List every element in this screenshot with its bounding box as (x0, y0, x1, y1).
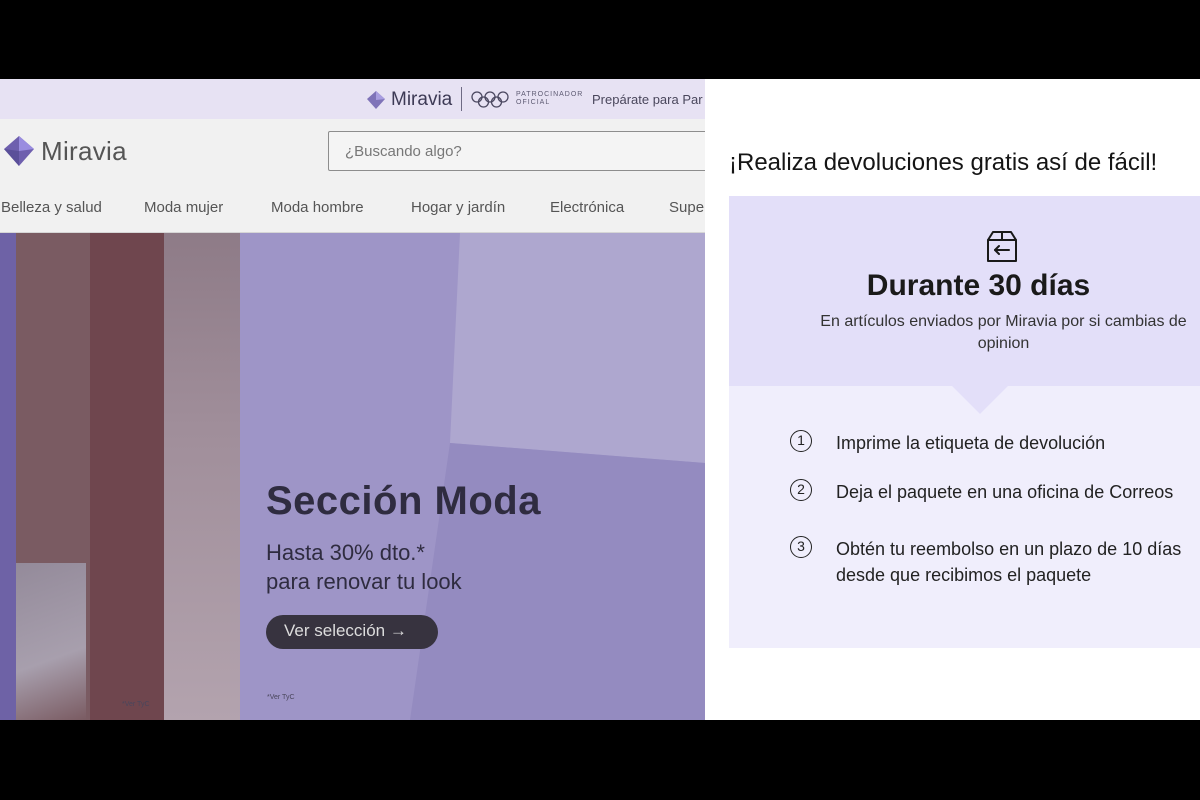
returns-title: ¡Realiza devoluciones gratis así de fáci… (729, 149, 1158, 176)
top-banner-divider (461, 87, 462, 111)
promo-text[interactable]: Prepárate para Par (592, 92, 703, 107)
card-pointer-arrow (952, 386, 1008, 414)
hero-stripe-accent (16, 563, 86, 720)
category-nav: Belleza y salud Moda mujer Moda hombre H… (0, 189, 705, 233)
step-2-number: 2 (790, 479, 812, 501)
site-logo-text: Miravia (41, 135, 127, 166)
miravia-logo-icon (367, 91, 385, 109)
returns-heading: Durante 30 días (866, 269, 1091, 302)
top-banner-logo-text: Miravia (391, 89, 453, 110)
nav-item-belleza[interactable]: Belleza y salud (1, 199, 102, 216)
sponsor-line-1: PATROCINADOR (516, 91, 584, 98)
nav-item-moda-mujer[interactable]: Moda mujer (144, 199, 223, 216)
step-3-text: Obtén tu reembolso en un plazo de 10 día… (836, 539, 1182, 585)
hero-photo-skin (164, 233, 240, 720)
nav-item-super[interactable]: Super (669, 199, 705, 216)
search-input[interactable]: ¿Buscando algo? (328, 131, 705, 171)
photo-tyc-note: *Ver TyC (122, 701, 150, 708)
hero-photo-strip-1 (0, 233, 16, 720)
top-banner: Miravia PATROCINADOR OFICIAL Prepárate p… (0, 79, 705, 119)
sponsor-line-2: OFICIAL (516, 99, 551, 106)
hero-title: Sección Moda (266, 479, 541, 523)
hero-subtitle: Hasta 30% dto.* para renovar tu look (266, 538, 462, 596)
step-1-text: Imprime la etiqueta de devolución (836, 433, 1106, 453)
site-logo[interactable]: Miravia (3, 135, 127, 167)
step-3-number: 3 (790, 536, 812, 558)
miravia-website: Miravia PATROCINADOR OFICIAL Prepárate p… (0, 79, 705, 720)
nav-item-moda-hombre[interactable]: Moda hombre (271, 199, 364, 216)
nav-item-electronica[interactable]: Electrónica (550, 199, 624, 216)
return-box-icon (987, 231, 1017, 262)
hero-subtitle-line-2: para renovar tu look (266, 569, 462, 594)
ver-seleccion-button[interactable]: Ver selección → (266, 615, 438, 649)
site-header: Miravia ¿Buscando algo? (0, 119, 705, 189)
step-2: 2 Deja el paquete en una oficina de Corr… (790, 479, 1200, 505)
hero-subtitle-line-1: Hasta 30% dto.* (266, 540, 425, 565)
step-1-number: 1 (790, 430, 812, 452)
nav-item-hogar[interactable]: Hogar y jardín (411, 199, 505, 216)
hero-photo-strip-3 (90, 233, 164, 720)
step-2-text: Deja el paquete en una oficina de Correo… (836, 482, 1174, 502)
returns-highlight-card: Durante 30 días En artículos enviados po… (729, 196, 1200, 386)
top-banner-logo[interactable]: Miravia (366, 89, 452, 111)
search-placeholder: ¿Buscando algo? (345, 143, 462, 160)
official-sponsor-label: PATROCINADOR OFICIAL (516, 91, 583, 107)
returns-description: En artículos enviados por Miravia por si… (820, 313, 1187, 352)
returns-steps-card: 1 Imprime la etiqueta de devolución 2 De… (729, 386, 1200, 648)
screenshot-frame: Miravia PATROCINADOR OFICIAL Prepárate p… (0, 79, 1200, 720)
miravia-logo-icon (4, 136, 34, 166)
step-1: 1 Imprime la etiqueta de devolución (790, 430, 1200, 456)
olympic-rings-icon (471, 91, 509, 108)
returns-info-panel: ¡Realiza devoluciones gratis así de fáci… (705, 79, 1200, 720)
hero-banner[interactable]: Sección Moda Hasta 30% dto.* para renova… (0, 233, 705, 720)
hero-tyc-note[interactable]: *Ver TyC (267, 694, 295, 701)
step-3: 3 Obtén tu reembolso en un plazo de 10 d… (790, 536, 1200, 588)
